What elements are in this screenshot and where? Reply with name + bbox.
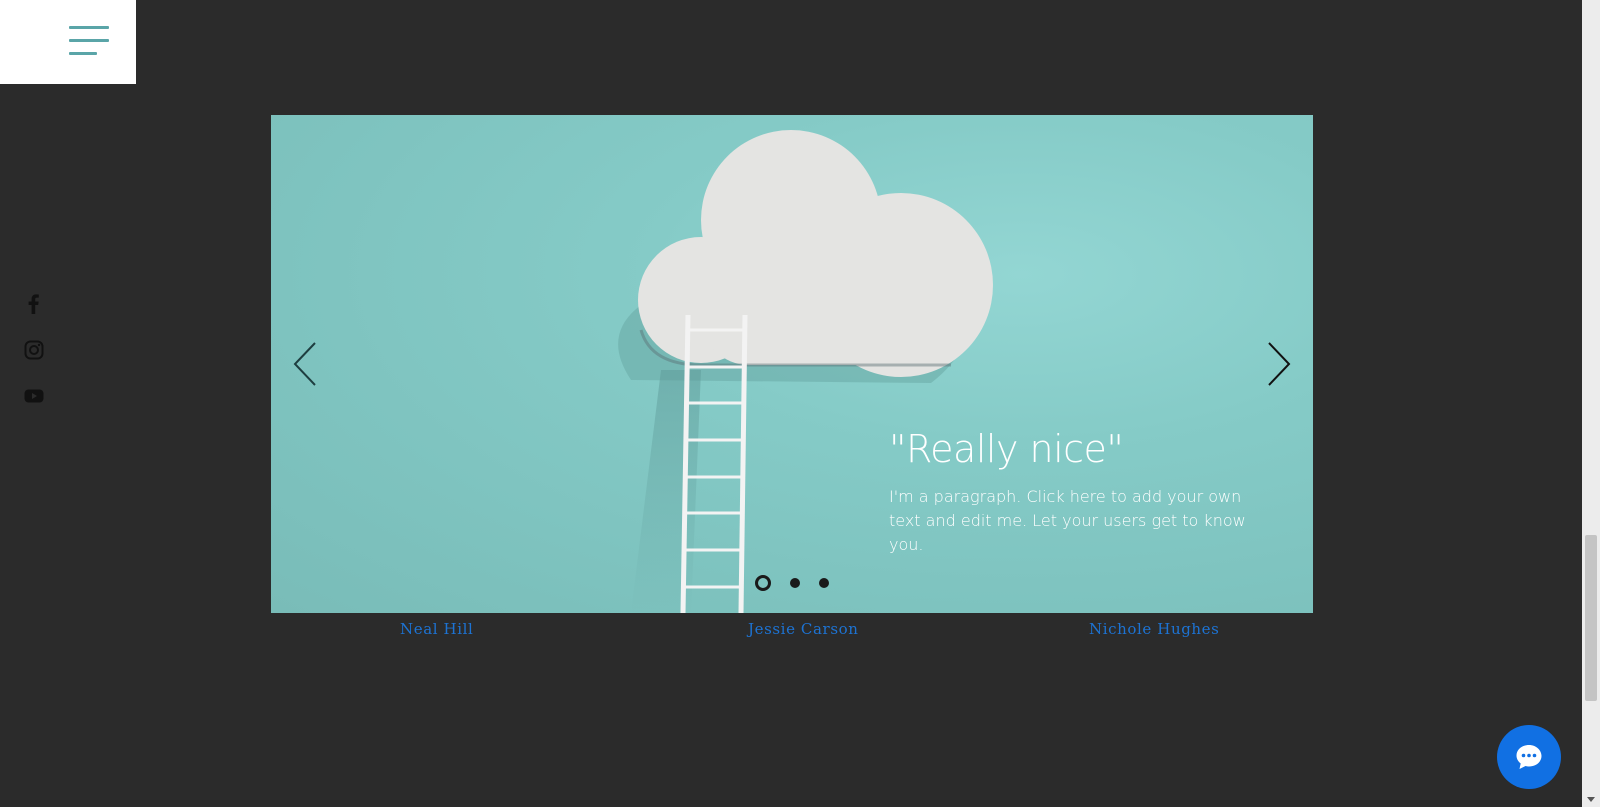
social-bar [24, 294, 46, 432]
testimonial-name-link[interactable]: Nichole Hughes [1089, 620, 1219, 638]
chevron-right-icon [1268, 342, 1291, 386]
next-slide-button[interactable] [1263, 341, 1293, 387]
menu-line [69, 39, 109, 42]
menu-line [69, 52, 97, 55]
testimonial-title: "Really nice" [889, 427, 1124, 471]
testimonial-slider: "Really nice" I'm a paragraph. Click her… [271, 115, 1313, 613]
hamburger-menu-icon[interactable] [69, 26, 109, 56]
menu-panel [0, 0, 136, 84]
slide-dot-3[interactable] [819, 578, 829, 588]
chevron-left-icon [293, 342, 316, 386]
previous-slide-button[interactable] [291, 341, 321, 387]
chat-bubble-icon [1516, 745, 1542, 769]
testimonial-text: I'm a paragraph. Click here to add your … [889, 487, 1246, 554]
scrollbar-thumb[interactable] [1585, 535, 1597, 701]
scroll-down-icon[interactable] [1582, 791, 1600, 807]
slide-dot-2[interactable] [790, 578, 800, 588]
menu-line [69, 26, 109, 29]
facebook-icon[interactable] [24, 294, 44, 314]
slide-dot-1[interactable] [755, 575, 771, 591]
testimonial-name-link[interactable]: Neal Hill [400, 620, 473, 638]
chat-button[interactable] [1497, 725, 1561, 789]
instagram-icon[interactable] [24, 340, 44, 360]
page-scrollbar[interactable] [1582, 0, 1600, 807]
testimonial-name-link[interactable]: Jessie Carson [748, 620, 859, 638]
youtube-icon[interactable] [24, 386, 44, 406]
